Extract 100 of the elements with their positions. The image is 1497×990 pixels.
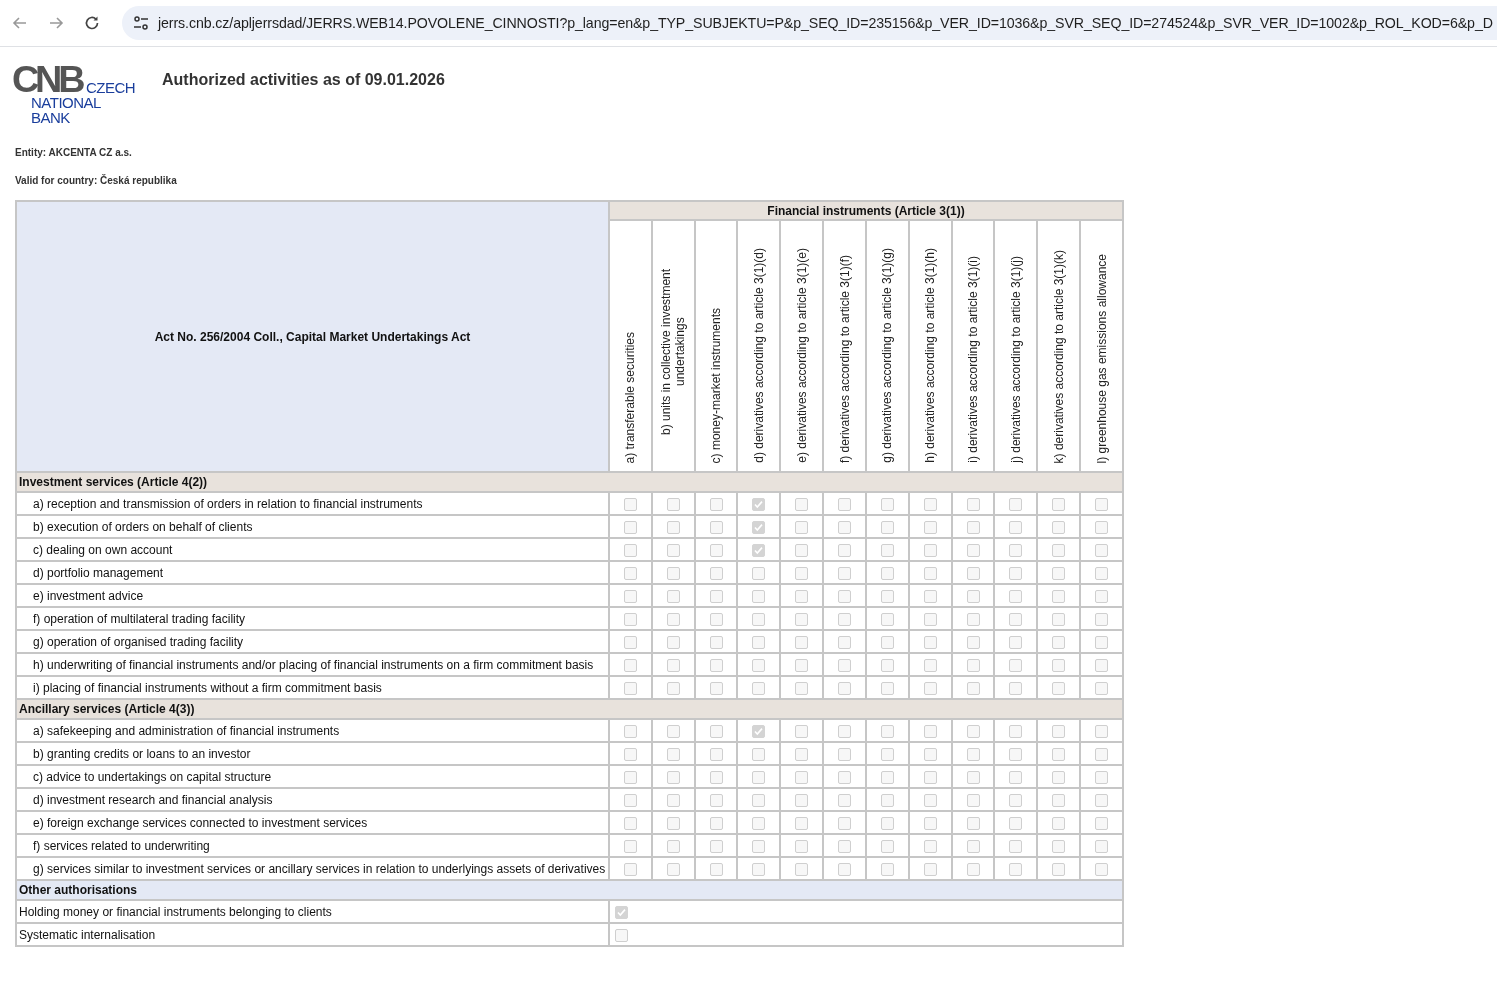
checkbox[interactable] (966, 589, 980, 603)
checkbox[interactable] (966, 520, 980, 534)
checkbox[interactable] (1009, 566, 1023, 580)
checkbox[interactable] (666, 520, 680, 534)
checkbox[interactable] (752, 520, 766, 534)
checkbox[interactable] (623, 681, 637, 695)
checkbox[interactable] (623, 724, 637, 738)
checkbox[interactable] (666, 681, 680, 695)
checkbox[interactable] (923, 681, 937, 695)
checkbox[interactable] (666, 816, 680, 830)
checkbox[interactable] (709, 839, 723, 853)
checkbox[interactable] (795, 724, 809, 738)
checkbox[interactable] (838, 566, 852, 580)
checkbox[interactable] (923, 520, 937, 534)
checkbox[interactable] (709, 543, 723, 557)
site-settings-icon[interactable] (132, 14, 150, 32)
checkbox[interactable] (880, 839, 894, 853)
checkbox[interactable] (1095, 612, 1109, 626)
checkbox[interactable] (1095, 816, 1109, 830)
checkbox[interactable] (615, 928, 628, 942)
checkbox[interactable] (1052, 589, 1066, 603)
checkbox[interactable] (838, 816, 852, 830)
checkbox[interactable] (795, 635, 809, 649)
checkbox[interactable] (709, 520, 723, 534)
checkbox[interactable] (880, 635, 894, 649)
checkbox[interactable] (666, 635, 680, 649)
checkbox[interactable] (838, 589, 852, 603)
checkbox[interactable] (838, 681, 852, 695)
checkbox[interactable] (709, 658, 723, 672)
checkbox[interactable] (1052, 658, 1066, 672)
checkbox[interactable] (709, 747, 723, 761)
checkbox[interactable] (795, 816, 809, 830)
checkbox[interactable] (1052, 543, 1066, 557)
checkbox[interactable] (1052, 724, 1066, 738)
checkbox[interactable] (623, 520, 637, 534)
checkbox[interactable] (752, 724, 766, 738)
checkbox[interactable] (923, 543, 937, 557)
checkbox[interactable] (838, 747, 852, 761)
checkbox[interactable] (880, 724, 894, 738)
checkbox[interactable] (1009, 793, 1023, 807)
checkbox[interactable] (880, 612, 894, 626)
checkbox[interactable] (666, 589, 680, 603)
checkbox[interactable] (752, 681, 766, 695)
checkbox[interactable] (1052, 520, 1066, 534)
checkbox[interactable] (709, 612, 723, 626)
checkbox[interactable] (1095, 747, 1109, 761)
checkbox[interactable] (795, 497, 809, 511)
checkbox[interactable] (880, 793, 894, 807)
checkbox[interactable] (880, 589, 894, 603)
checkbox[interactable] (795, 747, 809, 761)
checkbox[interactable] (880, 816, 894, 830)
checkbox[interactable] (1052, 747, 1066, 761)
checkbox[interactable] (1095, 589, 1109, 603)
checkbox[interactable] (709, 793, 723, 807)
checkbox[interactable] (1095, 793, 1109, 807)
checkbox[interactable] (752, 839, 766, 853)
checkbox[interactable] (923, 862, 937, 876)
checkbox[interactable] (1095, 543, 1109, 557)
checkbox[interactable] (1095, 770, 1109, 784)
checkbox[interactable] (880, 681, 894, 695)
checkbox[interactable] (666, 658, 680, 672)
checkbox[interactable] (752, 770, 766, 784)
checkbox[interactable] (1052, 566, 1066, 580)
checkbox[interactable] (838, 543, 852, 557)
checkbox[interactable] (923, 635, 937, 649)
checkbox[interactable] (795, 770, 809, 784)
checkbox[interactable] (666, 862, 680, 876)
checkbox[interactable] (623, 612, 637, 626)
checkbox[interactable] (838, 520, 852, 534)
checkbox[interactable] (1052, 612, 1066, 626)
checkbox[interactable] (966, 543, 980, 557)
checkbox[interactable] (752, 612, 766, 626)
checkbox[interactable] (1009, 839, 1023, 853)
checkbox[interactable] (752, 497, 766, 511)
checkbox[interactable] (752, 566, 766, 580)
checkbox[interactable] (795, 658, 809, 672)
checkbox[interactable] (666, 497, 680, 511)
checkbox[interactable] (923, 747, 937, 761)
checkbox[interactable] (623, 543, 637, 557)
checkbox[interactable] (709, 816, 723, 830)
checkbox[interactable] (1009, 724, 1023, 738)
checkbox[interactable] (623, 497, 637, 511)
checkbox[interactable] (838, 839, 852, 853)
checkbox[interactable] (709, 635, 723, 649)
checkbox[interactable] (880, 497, 894, 511)
checkbox[interactable] (623, 816, 637, 830)
checkbox[interactable] (623, 658, 637, 672)
checkbox[interactable] (1009, 658, 1023, 672)
checkbox[interactable] (795, 589, 809, 603)
checkbox[interactable] (1009, 681, 1023, 695)
checkbox[interactable] (1009, 635, 1023, 649)
checkbox[interactable] (752, 747, 766, 761)
checkbox[interactable] (838, 793, 852, 807)
checkbox[interactable] (623, 635, 637, 649)
checkbox[interactable] (1095, 839, 1109, 853)
checkbox[interactable] (966, 724, 980, 738)
checkbox[interactable] (1095, 520, 1109, 534)
checkbox[interactable] (666, 543, 680, 557)
checkbox[interactable] (1052, 816, 1066, 830)
checkbox[interactable] (880, 566, 894, 580)
